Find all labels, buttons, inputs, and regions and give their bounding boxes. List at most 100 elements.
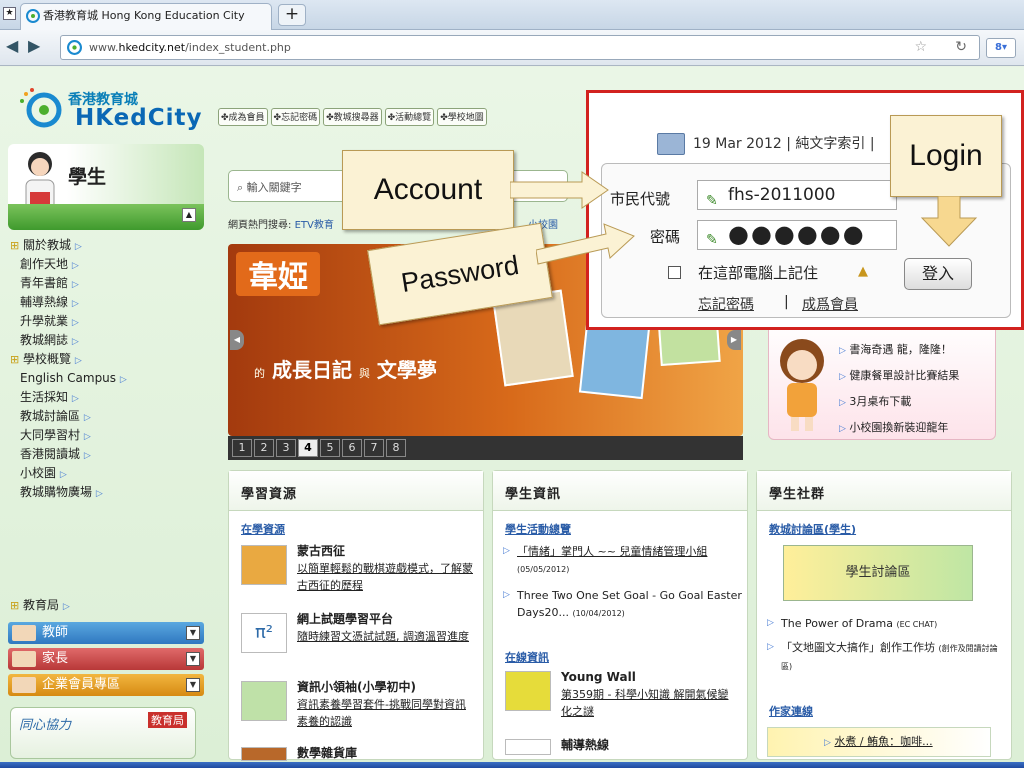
remember-checkbox[interactable] xyxy=(668,266,681,279)
top-quick-links: ✤成為會員 ✤忘記密碼 ✤教城搜尋器 ✤活動總覽 ✤學校地圖 xyxy=(218,108,487,126)
banner-page-3[interactable]: 3 xyxy=(276,439,296,457)
notice-item[interactable]: ▷ 健康餐單設計比賽結果 xyxy=(839,367,959,383)
resource-item[interactable]: 蒙古西征 以簡單輕鬆的戰棋遊戲模式，了解蒙古西征的歷程 xyxy=(241,543,473,594)
top-link-search[interactable]: ✤教城搜尋器 xyxy=(323,108,382,126)
sidebar-item-life[interactable]: 生活採知 ▷ xyxy=(20,388,202,407)
banner-prev-button[interactable]: ◀ xyxy=(230,330,244,350)
address-bar[interactable]: www.hkedcity.net/index_student.php ☆ ↻ xyxy=(60,35,980,60)
dropdown-icon[interactable]: ▼ xyxy=(186,678,200,692)
search-engine-icon[interactable]: 8▾ xyxy=(986,38,1016,58)
promo-banner[interactable]: 同心協力 教育局 xyxy=(10,707,196,759)
role-teacher[interactable]: 教師 ▼ xyxy=(8,622,204,644)
student-collapse-button[interactable]: ▲ xyxy=(182,208,196,222)
student-community-panel: 學生社群 教城討論區(學生) 學生討論區 ▷ The Power of Drama… xyxy=(756,470,1012,760)
pencil-icon: ✎ xyxy=(706,232,720,248)
banner-page-8[interactable]: 8 xyxy=(386,439,406,457)
resource-item[interactable]: π² 網上試題學習平台 隨時練習文憑試試題, 調適溫習進度 xyxy=(241,611,473,653)
new-tab-button[interactable]: + xyxy=(278,4,306,26)
top-link-activities[interactable]: ✤活動總覽 xyxy=(384,108,435,126)
tab-group-icon[interactable]: ★ xyxy=(3,7,16,20)
banner-title: 韋婭 xyxy=(236,252,320,296)
arrow-right-icon: ▷ xyxy=(83,451,91,461)
banner-page-5[interactable]: 5 xyxy=(320,439,340,457)
forward-button[interactable]: ▶ xyxy=(28,36,40,58)
banner-subtitle: 的 成長日記 與 文學夢 xyxy=(254,358,437,382)
banner-page-6[interactable]: 6 xyxy=(342,439,362,457)
banner-page-4[interactable]: 4 xyxy=(298,439,318,457)
account-input[interactable]: ✎ fhs-2011000 xyxy=(697,180,897,210)
sidebar-item-about[interactable]: ⊞ 關於教城 ▷ xyxy=(10,236,202,255)
activity-link[interactable]: ▷ Three Two One Set Goal - Go Goal Easter… xyxy=(503,587,743,622)
resource-item[interactable]: 資訊小領袖(小學初中) 資訊素養學習套件-挑戰同學對資訊素養的認識 xyxy=(241,679,473,730)
sidebar-item-shopping[interactable]: 教城購物廣場 ▷ xyxy=(20,483,202,502)
arrow-right-icon: ▷ xyxy=(767,642,774,652)
activity-link[interactable]: ▷ 「情緒」掌門人 ~~ 兒童情緒管理小組 (05/05/2012) xyxy=(503,543,743,578)
top-link-forgot-password[interactable]: ✤忘記密碼 xyxy=(270,108,321,126)
news-item[interactable]: Young Wall 第359期 - 科學小知識 解開氣候變化之謎 xyxy=(505,669,737,720)
arrow-right-icon: ▷ xyxy=(824,738,831,748)
promo-text: 同心協力 xyxy=(19,718,72,733)
section-heading[interactable]: 在線資訊 xyxy=(505,649,549,665)
sidebar-item-counselling[interactable]: 輔導熱線 ▷ xyxy=(20,293,202,312)
hot-search-link[interactable]: ETV教育 xyxy=(295,220,334,231)
edcity-logo-icon[interactable] xyxy=(18,86,68,130)
arrow-right-icon: ▷ xyxy=(71,318,79,328)
dropdown-icon[interactable]: ▼ xyxy=(186,626,200,640)
forum-link[interactable]: ▷ The Power of Drama (EC CHAT) xyxy=(767,615,1007,633)
section-heading[interactable]: 學生活動總覽 xyxy=(505,521,571,537)
role-parent[interactable]: 家長 ▼ xyxy=(8,648,204,670)
banner-page-7[interactable]: 7 xyxy=(364,439,384,457)
notice-item[interactable]: ▷ 書海奇遇 龍，隆隆！ xyxy=(839,341,952,357)
sidebar-item-english-campus[interactable]: English Campus ▷ xyxy=(20,369,202,388)
sidebar-item-reading-city[interactable]: 香港閱讀城 ▷ xyxy=(20,445,202,464)
register-link[interactable]: 成爲會員 xyxy=(802,294,858,314)
resource-thumbnail xyxy=(241,545,287,585)
back-button[interactable]: ◀ xyxy=(6,36,18,58)
notice-item[interactable]: ▷ 小校園換新裝迎龍年 xyxy=(839,419,948,435)
login-submit-button[interactable]: 登入 xyxy=(904,258,972,290)
arrow-right-icon: ▷ xyxy=(503,590,510,600)
url-domain: hkedcity.net xyxy=(118,41,186,54)
sidebar-item-youth-library[interactable]: 青年書館 ▷ xyxy=(20,274,202,293)
sidebar-item-forum[interactable]: 教城討論區 ▷ xyxy=(20,407,202,426)
link-divider: | xyxy=(784,294,789,310)
top-link-school-map[interactable]: ✤學校地圖 xyxy=(437,108,487,126)
password-input[interactable]: ✎ ●●●●●● xyxy=(697,220,897,250)
sidebar-item-small-campus[interactable]: 小校園 ▷ xyxy=(20,464,202,483)
notice-item[interactable]: ▷ 3月桌布下載 xyxy=(839,393,911,409)
forum-link[interactable]: ▷ 「文地圖文大搞作」創作工作坊 (創作及閱讀討論區) xyxy=(767,639,1007,675)
panel-title: 學習資源 xyxy=(229,471,483,511)
sidebar-item-edb[interactable]: ⊞ 教育局 ▷ xyxy=(10,596,70,613)
arrow-right-icon: ▷ xyxy=(59,470,67,480)
forum-banner[interactable]: 學生討論區 xyxy=(783,545,973,601)
resource-item[interactable]: 數學雜貨庫 xyxy=(241,745,473,762)
news-item[interactable]: 輔導熱線 xyxy=(505,737,737,755)
section-heading[interactable]: 教城討論區(學生) xyxy=(769,521,856,537)
text-index-link[interactable]: 純文字索引 xyxy=(795,136,865,152)
sidebar-item-creative[interactable]: 創作天地 ▷ xyxy=(20,255,202,274)
writer-link[interactable]: ▷ 水煮 / 鮪魚：咖啡... xyxy=(767,727,991,757)
sidebar-item-further-study[interactable]: 升學就業 ▷ xyxy=(20,312,202,331)
sidebar-item-village[interactable]: 大同學習村 ▷ xyxy=(20,426,202,445)
browser-tab[interactable]: 香港教育城 Hong Kong Education City xyxy=(20,3,272,30)
reload-icon[interactable]: ↻ xyxy=(955,36,967,59)
windows-taskbar xyxy=(0,762,1024,768)
sidebar-item-blog[interactable]: 教城網誌 ▷ xyxy=(20,331,202,350)
arrow-right-icon: ▷ xyxy=(62,602,70,612)
top-link-register[interactable]: ✤成為會員 xyxy=(218,108,268,126)
section-heading[interactable]: 作家連線 xyxy=(769,703,813,719)
bookmark-star-icon[interactable]: ☆ xyxy=(914,36,927,59)
promo-badge: 教育局 xyxy=(148,712,187,728)
forgot-password-link[interactable]: 忘記密碼 xyxy=(698,294,754,314)
sidebar-item-school-profile[interactable]: ⊞ 學校概覽 ▷ xyxy=(10,350,202,369)
arrow-right-icon: ▷ xyxy=(119,375,127,385)
warning-icon: ▲ xyxy=(858,264,868,279)
banner-page-1[interactable]: 1 xyxy=(232,439,252,457)
dropdown-icon[interactable]: ▼ xyxy=(186,652,200,666)
banner-page-2[interactable]: 2 xyxy=(254,439,274,457)
role-corporate[interactable]: 企業會員專區 ▼ xyxy=(8,674,204,696)
arrow-right-icon: ▷ xyxy=(839,372,846,382)
section-heading[interactable]: 在學資源 xyxy=(241,521,285,537)
banner-next-button[interactable]: ▶ xyxy=(727,330,741,350)
student-header-bar xyxy=(8,204,204,230)
